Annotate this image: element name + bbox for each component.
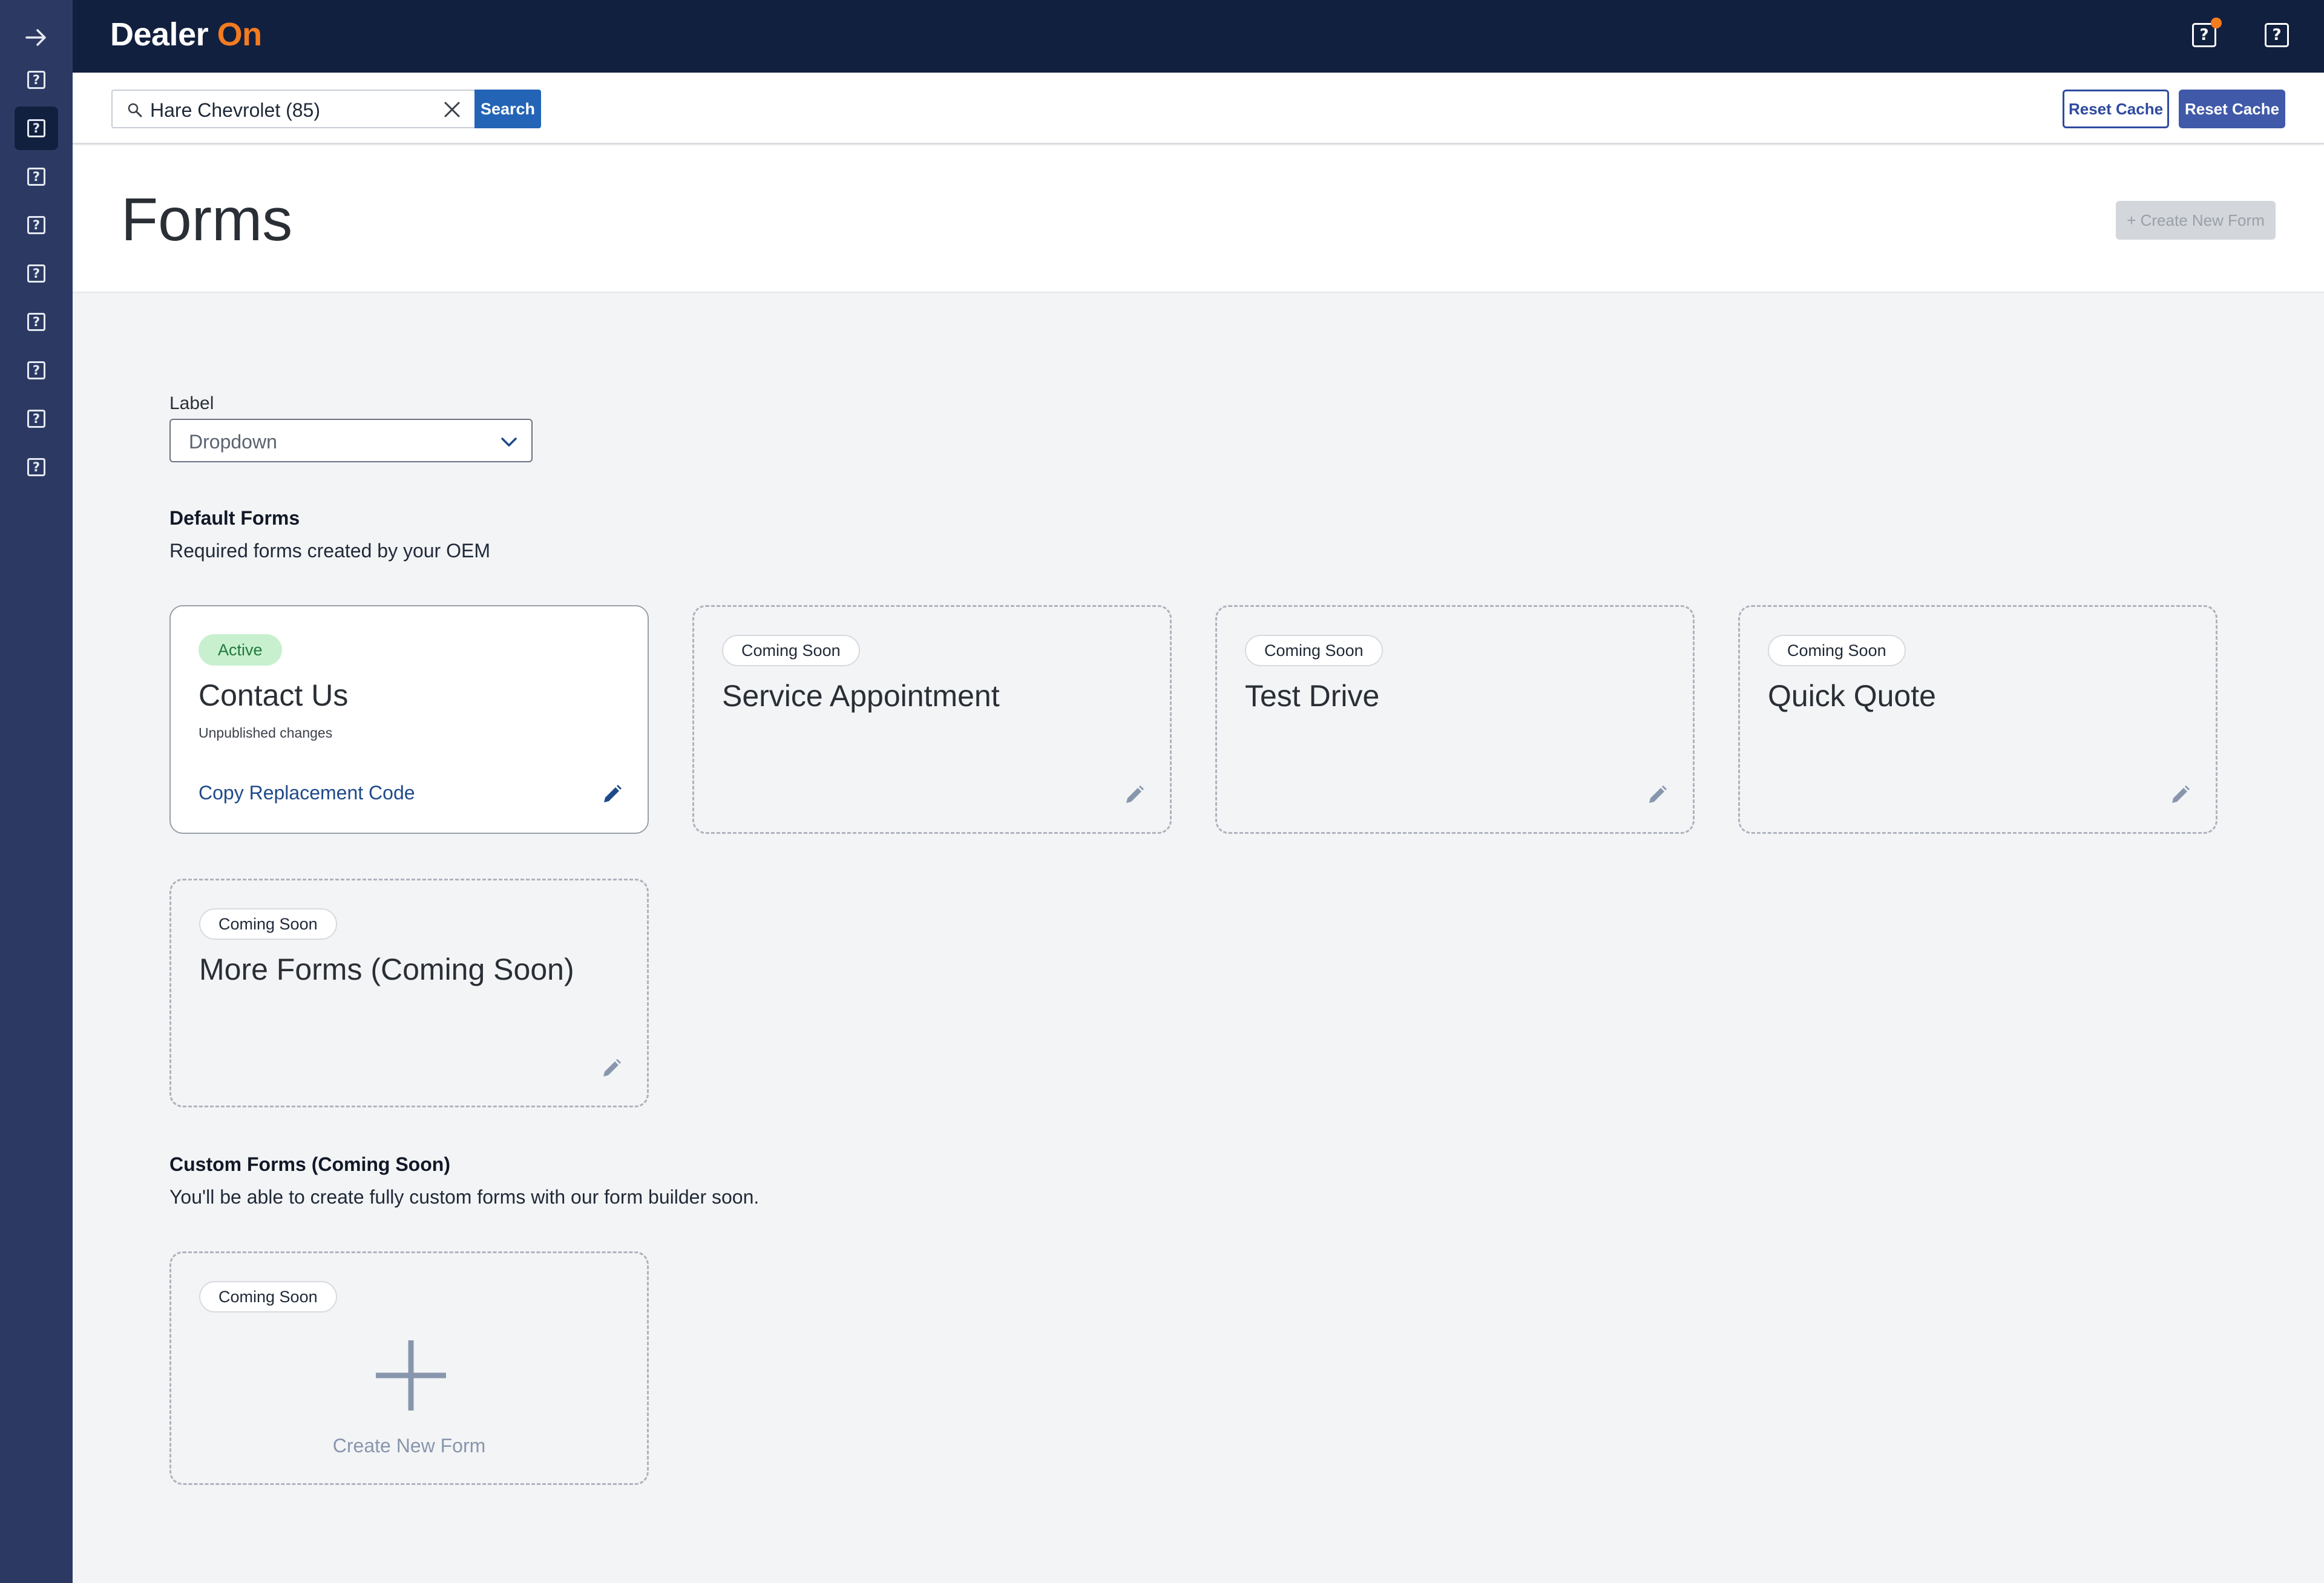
create-custom-form-card[interactable]: Coming Soon Create New Form	[169, 1251, 649, 1485]
create-new-form-button[interactable]: + Create New Form	[2116, 201, 2276, 240]
help-square-icon: ?	[27, 71, 45, 89]
create-new-form-label: Create New Form	[332, 1435, 486, 1457]
custom-forms-title: Custom Forms (Coming Soon)	[169, 1153, 450, 1175]
label-dropdown[interactable]: Dropdown	[169, 419, 533, 462]
form-card-quick-quote[interactable]: Coming Soon Quick Quote	[1738, 605, 2217, 834]
help-square-icon: ?	[27, 168, 45, 186]
reset-cache-button[interactable]: Reset Cache	[2179, 90, 2285, 128]
form-card-more-forms[interactable]: Coming Soon More Forms (Coming Soon)	[169, 879, 649, 1107]
top-header: Dealer On ? ?	[73, 0, 2324, 73]
status-badge: Coming Soon	[722, 635, 860, 666]
copy-replacement-code-link[interactable]: Copy Replacement Code	[199, 782, 415, 804]
status-badge: Coming Soon	[1768, 635, 1906, 666]
help-icon[interactable]: ?	[2265, 23, 2289, 47]
sidebar-item-4[interactable]: ?	[15, 203, 58, 247]
chevron-down-icon	[501, 438, 517, 447]
plus-icon	[376, 1340, 446, 1411]
search-input-value: Hare Chevrolet (85)	[150, 99, 320, 121]
sidebar-item-5[interactable]: ?	[15, 252, 58, 295]
help-square-icon: ?	[27, 361, 45, 379]
form-card-title: Quick Quote	[1768, 679, 1936, 713]
help-square-icon: ?	[27, 313, 45, 331]
form-card-title: More Forms (Coming Soon)	[199, 952, 574, 986]
dealer-on-logo[interactable]: Dealer On	[110, 16, 262, 53]
help-square-icon: ?	[27, 119, 45, 137]
help-square-icon: ?	[27, 264, 45, 283]
help-square-icon: ?	[27, 410, 45, 428]
status-badge: Active	[199, 634, 282, 666]
help-square-icon: ?	[27, 216, 45, 234]
search-toolbar: Hare Chevrolet (85) Search Reset Cache R…	[73, 73, 2324, 144]
form-card-title: Test Drive	[1245, 679, 1380, 713]
expand-sidebar-button[interactable]	[18, 19, 54, 56]
sidebar-item-3[interactable]: ?	[15, 155, 58, 198]
logo-text-on: On	[217, 16, 263, 53]
sidebar: ? ? ? ? ? ? ? ? ?	[0, 0, 73, 1583]
form-card-note: Unpublished changes	[199, 725, 333, 741]
arrow-right-icon	[25, 29, 46, 46]
help-square-icon: ?	[27, 458, 45, 476]
form-card-service-appointment[interactable]: Coming Soon Service Appointment	[692, 605, 1172, 834]
reset-cache-button-outline[interactable]: Reset Cache	[2063, 90, 2169, 128]
notifications-help-icon[interactable]: ?	[2192, 18, 2222, 47]
pencil-icon[interactable]	[1646, 784, 1669, 807]
search-icon	[128, 103, 142, 117]
pencil-icon[interactable]	[1123, 784, 1146, 807]
form-card-title: Service Appointment	[722, 679, 1000, 713]
page-header: Forms + Create New Form	[73, 145, 2324, 293]
form-card-title: Contact Us	[199, 678, 349, 712]
close-icon[interactable]	[442, 99, 462, 120]
notification-dot	[2211, 18, 2222, 28]
search-button[interactable]: Search	[474, 90, 541, 128]
sidebar-item-2[interactable]: ?	[15, 107, 58, 150]
sidebar-item-7[interactable]: ?	[15, 349, 58, 392]
status-badge: Coming Soon	[1245, 635, 1383, 666]
sidebar-item-8[interactable]: ?	[15, 397, 58, 441]
dropdown-value: Dropdown	[189, 431, 277, 453]
pencil-icon[interactable]	[600, 783, 623, 806]
sidebar-item-6[interactable]: ?	[15, 300, 58, 344]
status-badge: Coming Soon	[199, 908, 337, 940]
pencil-icon[interactable]	[600, 1057, 623, 1080]
default-forms-subtitle: Required forms created by your OEM	[169, 540, 490, 562]
sidebar-item-9[interactable]: ?	[15, 445, 58, 489]
dealer-search-input[interactable]: Hare Chevrolet (85)	[111, 90, 474, 128]
page-title: Forms	[121, 186, 293, 254]
label-filter-label: Label	[169, 393, 214, 413]
status-badge: Coming Soon	[199, 1281, 337, 1313]
sidebar-item-1[interactable]: ?	[15, 58, 58, 102]
pencil-icon[interactable]	[2168, 784, 2191, 807]
form-card-contact-us[interactable]: Active Contact Us Unpublished changes Co…	[169, 605, 649, 834]
form-card-test-drive[interactable]: Coming Soon Test Drive	[1215, 605, 1695, 834]
logo-text-dealer: Dealer	[110, 16, 209, 53]
default-forms-title: Default Forms	[169, 507, 300, 529]
custom-forms-subtitle: You'll be able to create fully custom fo…	[169, 1186, 760, 1208]
